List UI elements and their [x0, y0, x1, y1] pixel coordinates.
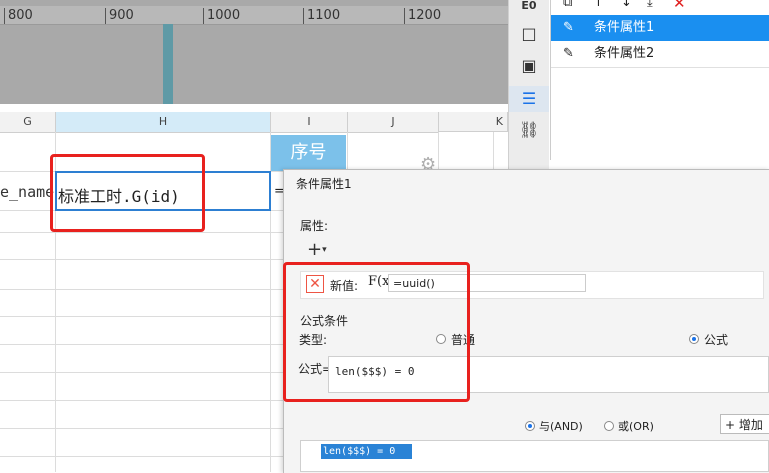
radio-formula-label: 公式: [704, 333, 729, 347]
highlight-box-cell: [50, 154, 205, 232]
arrow-up-icon[interactable]: ↑: [593, 0, 604, 10]
pencil-icon: ✎: [563, 46, 574, 61]
radio-or-label: 或(OR): [618, 420, 654, 433]
square-icon[interactable]: □: [519, 24, 539, 44]
dropdown-icon[interactable]: ▣: [519, 56, 539, 76]
sequence-header-cell[interactable]: 序号: [271, 135, 346, 171]
attribute-label: 属性:: [300, 219, 329, 233]
condition-item-label: 条件属性2: [594, 46, 655, 61]
column-header-g[interactable]: G: [0, 112, 56, 133]
ruler-tick: 800: [4, 8, 33, 24]
radio-and[interactable]: [525, 421, 535, 431]
column-header-h[interactable]: H: [56, 112, 271, 133]
column-header-k[interactable]: K: [439, 112, 508, 132]
column-header-j[interactable]: J: [348, 112, 439, 133]
horizontal-ruler: 800 900 1000 1100 1200: [0, 6, 508, 25]
ruler-tick: 1000: [202, 8, 241, 24]
radio-formula[interactable]: [689, 334, 699, 344]
move-bottom-icon[interactable]: ⤓: [647, 0, 653, 10]
condition-list-panel: ⧉ ↑ ↓ ⤓ ✕ ✎ 条件属性1 ✎ 条件属性2: [550, 0, 769, 160]
arrow-down-icon[interactable]: ↓: [621, 0, 632, 10]
radio-or[interactable]: [604, 421, 614, 431]
data-icon[interactable]: E0: [519, 0, 539, 16]
ruler-tick: 1200: [403, 8, 442, 24]
chevron-down-icon: ▾: [322, 245, 327, 255]
ruler-tick: 900: [105, 8, 134, 24]
copy-icon[interactable]: ⧉: [563, 0, 572, 10]
link-icon[interactable]: ⛓: [519, 120, 539, 140]
delete-icon[interactable]: ✕: [673, 0, 686, 12]
radio-and-label: 与(AND): [539, 420, 583, 433]
condition-icon[interactable]: ☰: [519, 89, 539, 109]
plus-icon: +: [725, 418, 739, 432]
condition-item-label: 条件属性1: [594, 20, 655, 35]
highlight-box-dialog: [283, 262, 470, 402]
dialog-title: 条件属性1: [296, 177, 352, 191]
condition-item[interactable]: ✎ 条件属性2: [551, 41, 769, 68]
plus-icon: +: [307, 239, 323, 260]
pencil-icon: ✎: [563, 20, 574, 35]
add-condition-button[interactable]: + 增加: [720, 414, 769, 434]
condition-list-item[interactable]: len($$$) = 0: [321, 444, 412, 459]
add-button-label: 增加: [738, 418, 763, 432]
canvas-marker: [163, 24, 173, 104]
column-header-i[interactable]: I: [271, 112, 348, 133]
add-attribute-button[interactable]: +▾: [307, 239, 335, 261]
condition-item[interactable]: ✎ 条件属性1: [551, 15, 769, 41]
name-cell[interactable]: e_name: [0, 183, 54, 201]
ruler-tick: 1100: [302, 8, 341, 24]
